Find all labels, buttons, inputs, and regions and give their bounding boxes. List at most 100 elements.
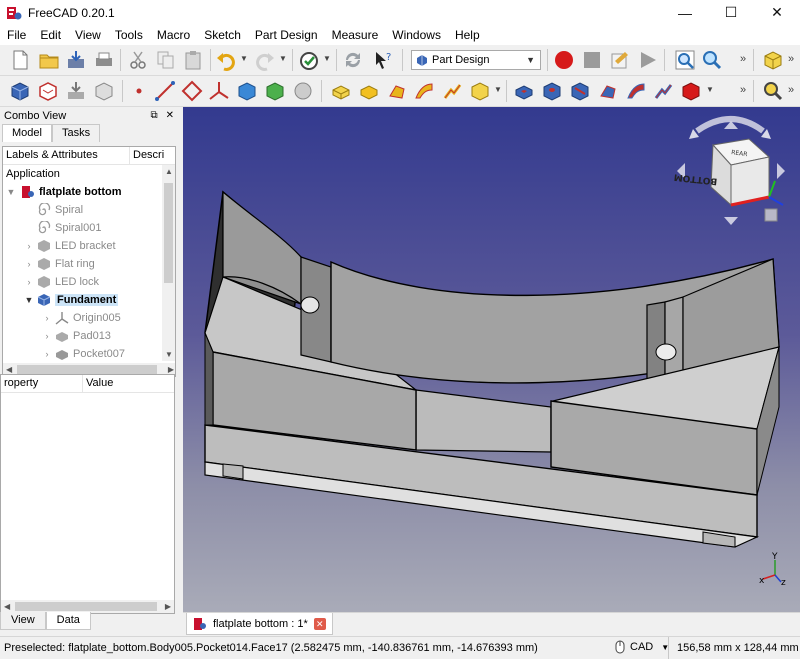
shape-binder-icon[interactable] — [236, 80, 258, 102]
chevron-right-icon[interactable]: › — [41, 313, 53, 323]
chevron-right-icon[interactable]: › — [23, 277, 35, 287]
scroll-thumb[interactable] — [17, 365, 157, 374]
tree-item-fundament[interactable]: ▼ Fundament — [3, 291, 175, 309]
chevron-right-icon[interactable]: › — [41, 349, 53, 359]
subtractive-loft-icon[interactable] — [597, 80, 619, 102]
primitive-dropdown-icon[interactable]: ▼ — [494, 85, 502, 94]
new-document-icon[interactable] — [9, 49, 31, 71]
clone-body-icon[interactable] — [292, 80, 314, 102]
tree-item-spiral001[interactable]: Spiral001 — [3, 219, 175, 237]
scroll-left-icon[interactable]: ◀ — [6, 365, 12, 374]
tab-model[interactable]: Model — [2, 124, 52, 142]
undo-icon[interactable] — [215, 49, 237, 71]
paste-icon[interactable] — [182, 49, 204, 71]
local-coordinate-system-icon[interactable] — [208, 80, 230, 102]
create-sketch-icon[interactable] — [37, 80, 59, 102]
tree-item-pad013[interactable]: › Pad013 — [3, 327, 175, 345]
print-icon[interactable] — [93, 49, 115, 71]
toolbar-overflow-icon-2[interactable]: » — [788, 53, 794, 65]
menu-tools[interactable]: Tools — [108, 25, 150, 45]
refresh-check-icon[interactable] — [298, 49, 320, 71]
datum-plane-icon[interactable] — [181, 80, 203, 102]
cut-icon[interactable] — [127, 49, 149, 71]
scroll-thumb[interactable] — [164, 183, 173, 283]
import-icon[interactable] — [65, 80, 87, 102]
menu-edit[interactable]: Edit — [33, 25, 68, 45]
macro-play-icon[interactable] — [637, 49, 659, 71]
menu-windows[interactable]: Windows — [385, 25, 448, 45]
tree-item-origin005[interactable]: › Origin005 — [3, 309, 175, 327]
whats-this-icon[interactable]: ? — [372, 49, 394, 71]
subtractive-dropdown-icon[interactable]: ▼ — [706, 85, 714, 94]
subtractive-helix-icon[interactable] — [652, 80, 674, 102]
menu-view[interactable]: View — [68, 25, 108, 45]
zoom-icon[interactable] — [701, 49, 723, 71]
tree-item-led-bracket[interactable]: › LED bracket — [3, 237, 175, 255]
close-button[interactable]: ✕ — [754, 0, 800, 25]
tree-header-labels[interactable]: Labels & Attributes — [3, 147, 130, 164]
additive-loft-icon[interactable] — [386, 80, 408, 102]
groove-icon[interactable] — [569, 80, 591, 102]
property-header-name[interactable]: roperty — [1, 375, 83, 392]
scroll-right-icon[interactable]: ▶ — [168, 365, 174, 374]
scroll-left-icon[interactable]: ◀ — [4, 602, 10, 611]
subtractive-pipe-icon[interactable] — [625, 80, 647, 102]
view-fit-icon[interactable] — [674, 49, 696, 71]
property-header-value[interactable]: Value — [83, 375, 116, 392]
subshape-binder-icon[interactable] — [264, 80, 286, 102]
redo-dropdown-icon[interactable]: ▼ — [279, 54, 287, 63]
tree-header-description[interactable]: Descri — [130, 147, 167, 164]
recompute-icon[interactable] — [342, 49, 364, 71]
undo-dropdown-icon[interactable]: ▼ — [240, 54, 248, 63]
tree-item-spiral[interactable]: Spiral — [3, 201, 175, 219]
macro-stop-icon[interactable] — [581, 49, 603, 71]
scroll-right-icon[interactable]: ▶ — [165, 602, 171, 611]
macro-record-icon[interactable] — [553, 49, 575, 71]
property-editor[interactable]: roperty Value ◀ ▶ — [0, 374, 175, 614]
navigation-cube[interactable]: REAR BOTTOM — [673, 116, 785, 225]
datum-line-icon[interactable] — [154, 80, 176, 102]
chevron-right-icon[interactable]: › — [23, 259, 35, 269]
float-panel-icon[interactable]: ⧉ — [150, 110, 157, 121]
additive-helix-icon[interactable] — [441, 80, 463, 102]
tree-vertical-scrollbar[interactable]: ▲ ▼ — [162, 165, 175, 361]
scroll-down-icon[interactable]: ▼ — [165, 350, 173, 359]
pad-icon[interactable] — [330, 80, 352, 102]
recompute-dropdown-icon[interactable]: ▼ — [323, 54, 331, 63]
menu-measure[interactable]: Measure — [325, 25, 386, 45]
part-icon[interactable] — [762, 49, 784, 71]
datum-point-icon[interactable] — [128, 80, 150, 102]
pocket-icon[interactable] — [513, 80, 535, 102]
tree-item-application[interactable]: Application — [3, 165, 175, 183]
3d-viewport[interactable]: REAR BOTTOM x Y z — [183, 107, 800, 612]
create-body-icon[interactable] — [9, 80, 31, 102]
tree-item-flat-ring[interactable]: › Flat ring — [3, 255, 175, 273]
chevron-down-icon[interactable]: ▼ — [23, 295, 35, 305]
menu-sketch[interactable]: Sketch — [197, 25, 248, 45]
hole-icon[interactable] — [541, 80, 563, 102]
scroll-up-icon[interactable]: ▲ — [165, 167, 173, 176]
macro-edit-icon[interactable] — [609, 49, 631, 71]
tab-tasks[interactable]: Tasks — [51, 124, 101, 142]
subtractive-primitive-icon[interactable] — [680, 80, 702, 102]
chevron-down-icon[interactable]: ▼ — [5, 187, 17, 197]
scroll-thumb[interactable] — [15, 602, 157, 611]
workbench-selector[interactable]: Part Design ▼ — [411, 50, 541, 70]
toolbar-overflow-icon[interactable]: » — [740, 53, 746, 65]
revolution-icon[interactable] — [358, 80, 380, 102]
copy-icon[interactable] — [155, 49, 177, 71]
tree-item-pocket007[interactable]: › Pocket007 — [3, 345, 175, 363]
tree-item-led-lock[interactable]: › LED lock — [3, 273, 175, 291]
open-folder-icon[interactable] — [38, 49, 60, 71]
navigation-style-selector[interactable]: CAD ▼ — [614, 640, 669, 654]
chevron-right-icon[interactable]: › — [41, 331, 53, 341]
tree-item-document[interactable]: ▼ flatplate bottom — [3, 183, 175, 201]
menu-part-design[interactable]: Part Design — [248, 25, 325, 45]
redo-icon[interactable] — [254, 49, 276, 71]
measure-icon[interactable] — [762, 80, 784, 102]
document-tab[interactable]: flatplate bottom : 1* ✕ — [186, 613, 333, 635]
maximize-button[interactable]: ☐ — [708, 0, 754, 25]
menu-file[interactable]: File — [0, 25, 33, 45]
tab-view[interactable]: View — [0, 612, 46, 630]
minimize-button[interactable]: — — [662, 0, 708, 25]
